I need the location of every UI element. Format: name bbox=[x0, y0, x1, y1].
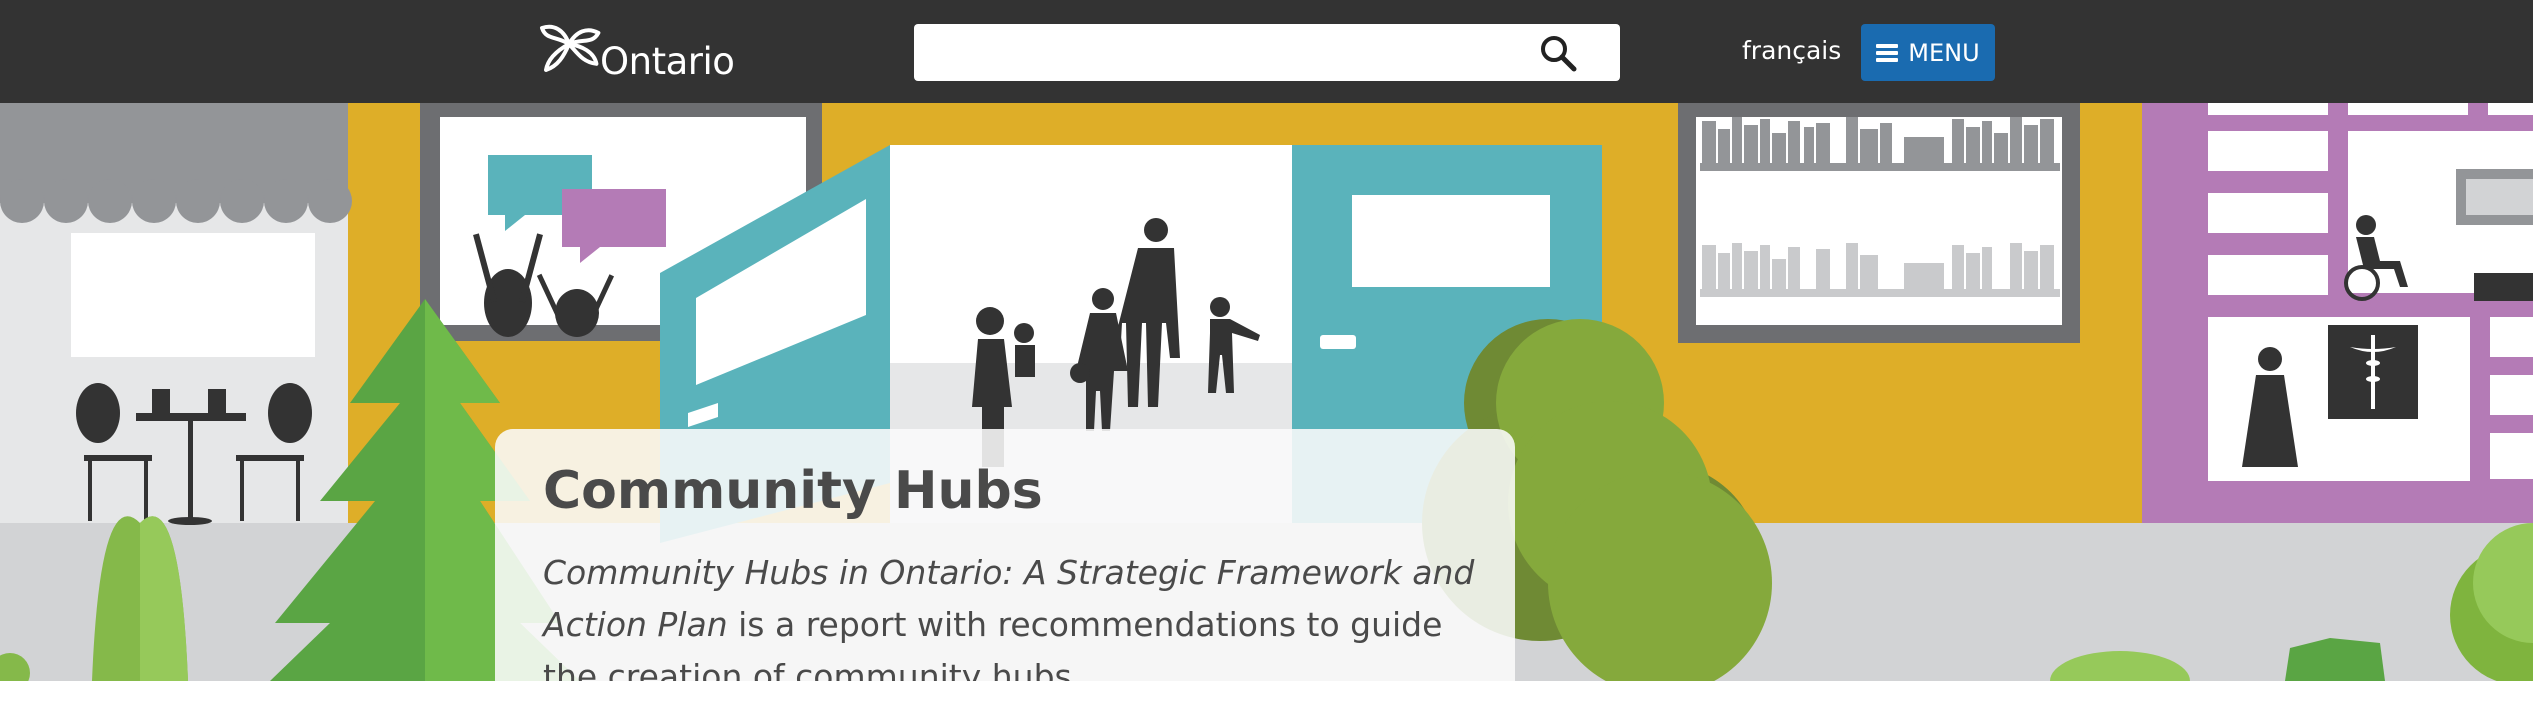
page-title: Community Hubs bbox=[543, 461, 1043, 521]
menu-button-label: MENU bbox=[1908, 38, 1980, 67]
hero-banner: Community Hubs Community Hubs in Ontario… bbox=[0, 103, 2533, 681]
page-content-start bbox=[0, 681, 2533, 714]
search-icon bbox=[1541, 35, 1577, 71]
top-navigation-bar: Ontario français MENU bbox=[0, 0, 2533, 103]
french-language-link[interactable]: français bbox=[1742, 36, 1841, 65]
logo-wordmark: Ontario bbox=[600, 40, 735, 83]
hero-text-card: Community Hubs Community Hubs in Ontario… bbox=[495, 429, 1515, 681]
search-input[interactable] bbox=[914, 24, 1514, 81]
hamburger-icon bbox=[1876, 43, 1899, 62]
trillium-logo-icon bbox=[540, 24, 601, 72]
clinic-building bbox=[2142, 103, 2533, 523]
cafe-building bbox=[0, 103, 352, 525]
search-button[interactable] bbox=[1530, 24, 1586, 81]
menu-button[interactable]: MENU bbox=[1861, 24, 1995, 81]
hero-description: Community Hubs in Ontario: A Strategic F… bbox=[543, 547, 1483, 681]
ontario-logo-link[interactable]: Ontario bbox=[536, 14, 735, 83]
library-window bbox=[1678, 103, 2080, 343]
search-box bbox=[914, 24, 1620, 81]
